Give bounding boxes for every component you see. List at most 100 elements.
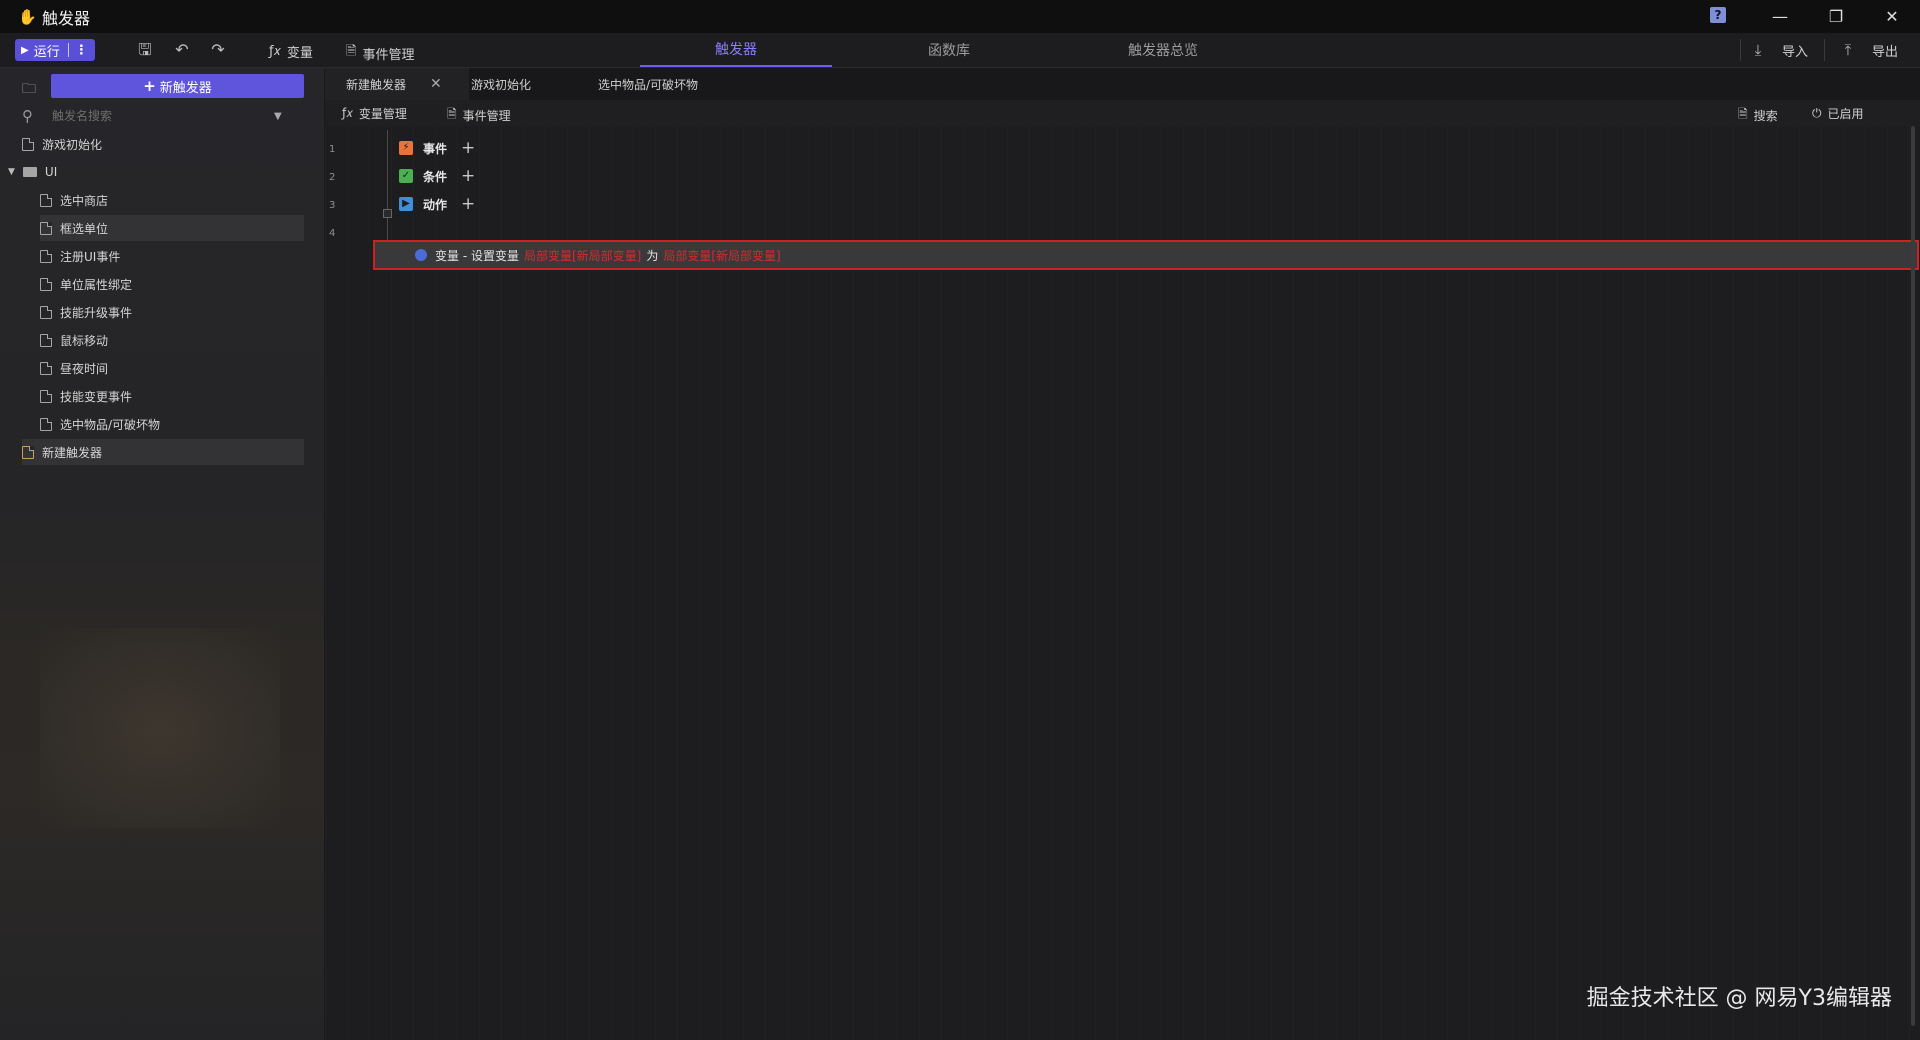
line-number: 4 [329, 228, 336, 239]
sidebar-item-label: 鼠标移动 [60, 333, 109, 348]
enabled-label: 已启用 [1827, 107, 1864, 121]
trigger-sidebar: 🗀 + 新触发器 ⚲ ▼ 游戏初始化 ▼ UI 选中商店 框选单位 注册UI事件… [0, 68, 325, 1040]
trigger-app-icon: ✋ [18, 7, 37, 26]
file-icon [40, 417, 52, 431]
file-icon [40, 333, 52, 347]
sidebar-item-label: UI [44, 165, 58, 179]
folder-icon[interactable]: 🗀 [22, 78, 36, 102]
sidebar-item-box-select[interactable]: 框选单位 [40, 215, 304, 241]
doc-tab-game-init[interactable]: 游戏初始化 [471, 68, 591, 100]
action-label: 动作 [423, 197, 448, 212]
sidebar-item-mouse-move[interactable]: 鼠标移动 [40, 327, 304, 353]
undo-icon[interactable]: ↶ [172, 41, 192, 59]
add-condition-icon[interactable]: + [461, 166, 475, 186]
import-button[interactable]: ⤓ 导入 [1746, 38, 1808, 62]
sidebar-item-skill-change[interactable]: 技能变更事件 [40, 383, 304, 409]
tab-function-library[interactable]: 函数库 [853, 33, 1045, 67]
doc-tab-select-item[interactable]: 选中物品/可破坏物 [598, 68, 748, 100]
variables-button[interactable]: ƒ𝑥 变量 [269, 42, 313, 61]
export-button[interactable]: ⤒ 导出 [1836, 38, 1898, 62]
redo-icon[interactable]: ↷ [208, 41, 228, 59]
search-icon: ⚲ [22, 107, 33, 125]
save-icon[interactable]: 🖫 [135, 41, 155, 59]
sidebar-item-select-item[interactable]: 选中物品/可破坏物 [40, 411, 304, 437]
sidebar-folder-ui[interactable]: ▼ UI [8, 159, 57, 185]
folder-icon [22, 167, 37, 177]
sidebar-item-new-trigger[interactable]: 新建触发器 [22, 439, 304, 465]
action-description: 变量 - 设置变量 [435, 248, 519, 263]
event-management-label: 事件管理 [462, 109, 511, 123]
title-bar: ✋ 触发器 ? — ❐ ✕ [0, 0, 1920, 33]
sidebar-item-game-init[interactable]: 游戏初始化 [22, 131, 102, 157]
file-icon [22, 445, 34, 459]
plus-icon: + [143, 77, 156, 95]
sidebar-item-label: 游戏初始化 [42, 137, 103, 152]
vertical-scrollbar[interactable] [1911, 126, 1915, 1026]
variable-action-icon [415, 249, 427, 261]
action-param-value[interactable]: 局部变量[新局部变量] [663, 247, 780, 264]
export-label: 导出 [1872, 44, 1899, 60]
close-tab-icon[interactable]: ✕ [430, 76, 442, 92]
sidebar-item-day-night[interactable]: 昼夜时间 [40, 355, 304, 381]
toolbar-divider [1824, 39, 1825, 61]
help-icon[interactable]: ? [1710, 7, 1726, 23]
more-options-icon[interactable]: ⋮ [75, 43, 88, 58]
doc-tab-label: 游戏初始化 [471, 77, 532, 92]
enabled-toggle[interactable]: ⏻ 已启用 [1812, 105, 1864, 122]
file-icon [22, 137, 34, 151]
event-row[interactable]: ⚡ 事件 + [399, 138, 475, 158]
import-icon: ⤓ [1754, 41, 1762, 59]
expand-caret-icon[interactable]: ▼ [8, 167, 15, 177]
tab-triggers[interactable]: 触发器 [640, 33, 832, 67]
search-button[interactable]: 🗎 搜索 [1738, 105, 1778, 126]
add-event-icon[interactable]: + [461, 138, 475, 158]
event-management-button[interactable]: 🗎 事件管理 [447, 105, 511, 126]
power-icon: ⏻ [1812, 106, 1822, 120]
export-icon: ⤒ [1844, 41, 1852, 59]
sidebar-item-label: 单位属性绑定 [60, 277, 133, 292]
new-trigger-label: 新触发器 [159, 80, 212, 96]
run-divider [67, 43, 69, 57]
toolbar-divider [1740, 39, 1741, 61]
condition-row[interactable]: ✓ 条件 + [399, 166, 475, 186]
action-param-target[interactable]: 局部变量[新局部变量] [524, 247, 641, 264]
file-icon [40, 389, 52, 403]
sidebar-item-register-ui-event[interactable]: 注册UI事件 [40, 243, 304, 269]
event-doc-icon: 🗎 [346, 44, 357, 59]
line-number: 1 [329, 144, 336, 155]
action-header-row[interactable]: ▶ 动作 + [399, 194, 475, 214]
background-glow [40, 628, 280, 828]
sidebar-item-label: 选中商店 [60, 193, 109, 208]
doc-tab-new-trigger[interactable]: 新建触发器 ✕ [325, 68, 469, 100]
restore-button[interactable]: ❐ [1808, 0, 1864, 33]
dropdown-caret-icon[interactable]: ▼ [274, 111, 282, 122]
set-variable-action-row[interactable]: 变量 - 设置变量 局部变量[新局部变量] 为 局部变量[新局部变量] [373, 240, 1919, 270]
search-label: 搜索 [1753, 109, 1778, 123]
sidebar-item-skill-upgrade[interactable]: 技能升级事件 [40, 299, 304, 325]
variables-label: 变量 [286, 46, 313, 61]
sidebar-item-label: 选中物品/可破坏物 [60, 417, 161, 432]
watermark: 掘金技术社区 @ 网易Y3编辑器 [1586, 986, 1892, 1011]
variable-management-button[interactable]: ƒ𝑥 变量管理 [342, 105, 407, 122]
event-management-button[interactable]: 🗎 事件管理 [346, 42, 414, 64]
doc-tab-label: 选中物品/可破坏物 [598, 77, 699, 92]
close-button[interactable]: ✕ [1864, 0, 1920, 33]
collapse-toggle[interactable] [383, 209, 392, 218]
sidebar-item-label: 昼夜时间 [60, 361, 109, 376]
tab-trigger-overview[interactable]: 触发器总览 [1067, 33, 1259, 67]
condition-icon: ✓ [399, 169, 413, 183]
document-tabs: 新建触发器 ✕ 游戏初始化 选中物品/可破坏物 [325, 68, 1920, 100]
add-action-icon[interactable]: + [461, 194, 475, 214]
sidebar-item-unit-attr-binding[interactable]: 单位属性绑定 [40, 271, 304, 297]
new-trigger-button[interactable]: + 新触发器 [51, 74, 304, 98]
file-icon [40, 277, 52, 291]
file-icon [40, 361, 52, 375]
minimize-button[interactable]: — [1752, 0, 1808, 33]
trigger-search-input[interactable] [50, 108, 274, 124]
run-button[interactable]: ▶ 运行 ⋮ [15, 39, 95, 61]
trigger-code-editor[interactable]: 1 2 3 4 ⚡ 事件 + ✓ 条件 + ▶ 动作 + 变量 - 设置变量 局… [325, 126, 1920, 1040]
action-connector: 为 [646, 248, 659, 263]
sidebar-item-select-shop[interactable]: 选中商店 [40, 187, 304, 213]
window-controls: — ❐ ✕ [1752, 0, 1920, 33]
editor-subtoolbar: ƒ𝑥 变量管理 🗎 事件管理 🗎 搜索 ⏻ 已启用 [325, 100, 1920, 126]
